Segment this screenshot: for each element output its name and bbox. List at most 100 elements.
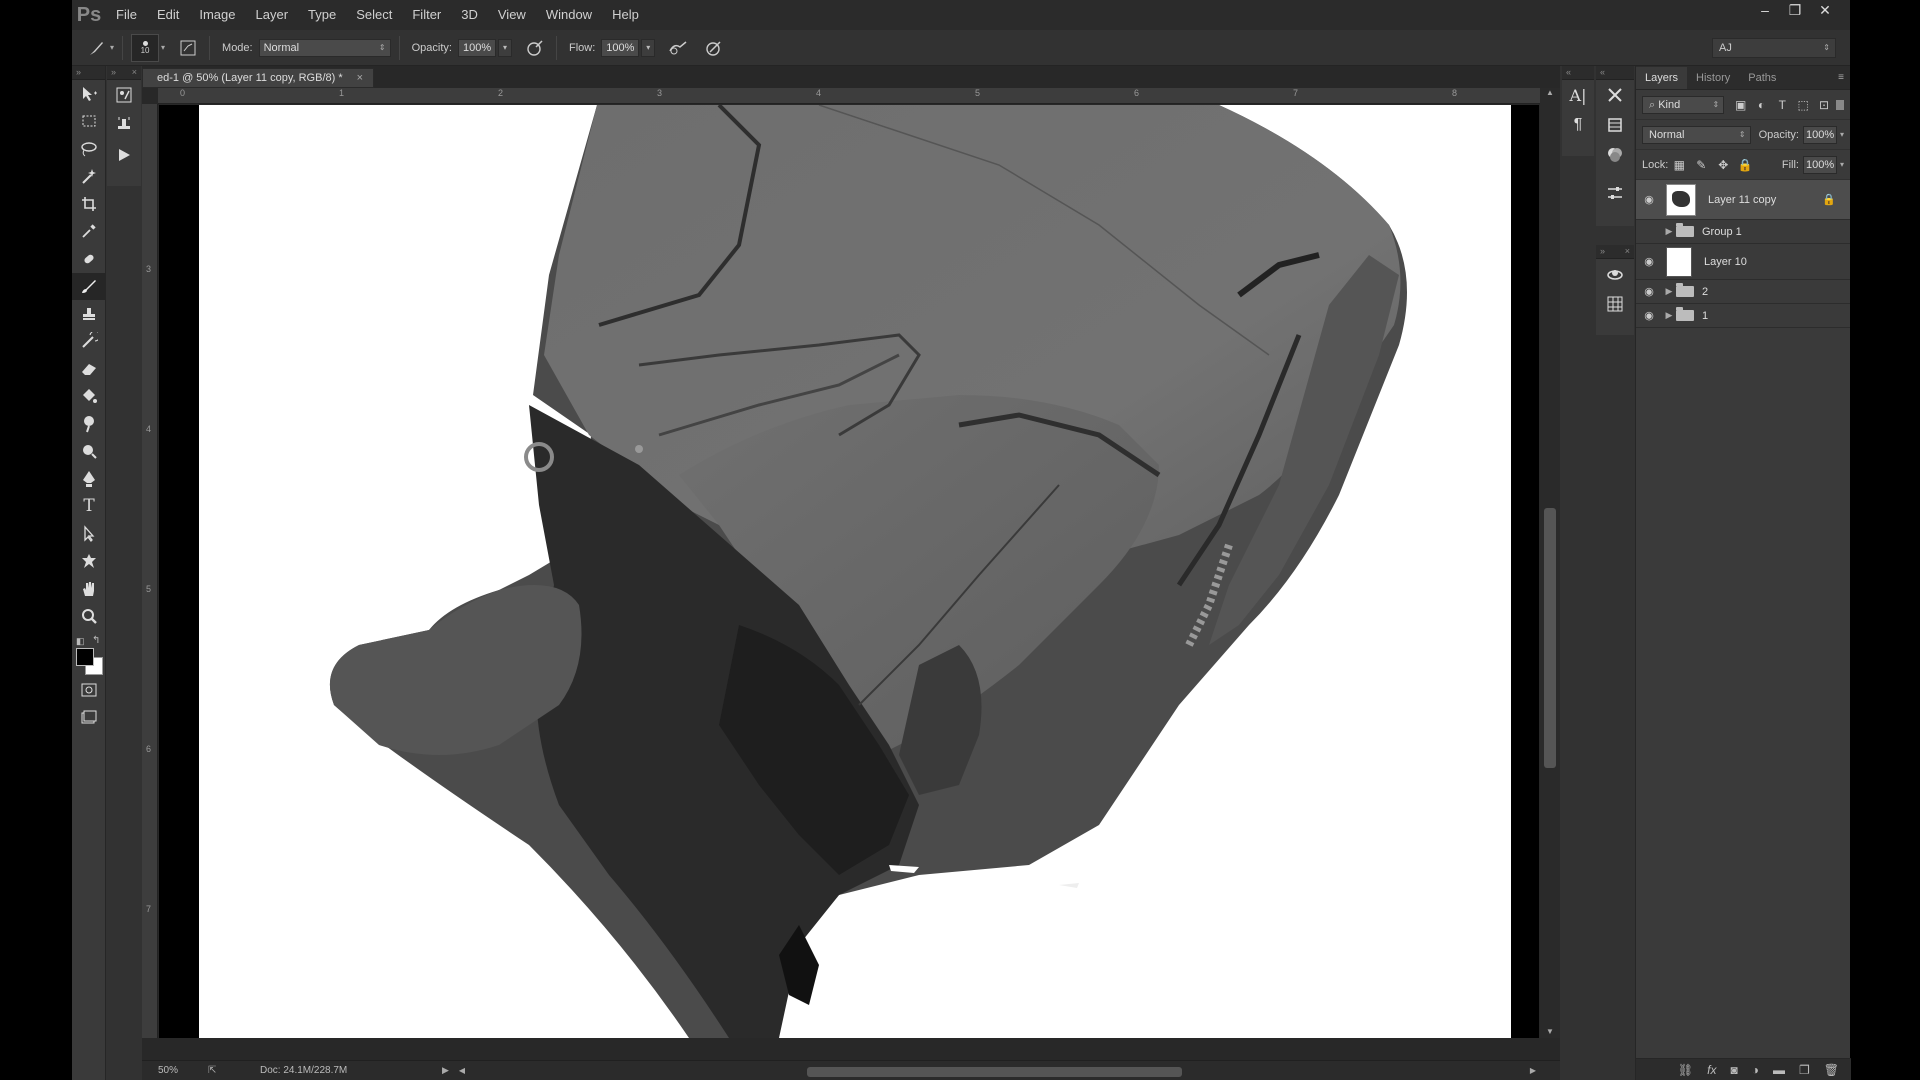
swap-colors-icon[interactable]: ↰ — [92, 635, 100, 646]
crop-tool-icon[interactable] — [72, 190, 106, 218]
3d-panel-icon[interactable] — [1596, 259, 1634, 289]
brush-size-picker[interactable]: 10 — [131, 33, 160, 62]
new-layer-icon[interactable]: ❐ — [1799, 1063, 1810, 1077]
strip2-header[interactable]: « — [1596, 66, 1634, 80]
clone-stamp-tool-icon[interactable] — [72, 300, 106, 328]
vertical-scroll-thumb[interactable] — [1544, 508, 1556, 768]
zoom-canvas-tool-icon[interactable] — [72, 438, 106, 466]
brush-preset-icon[interactable] — [84, 35, 110, 61]
menu-filter[interactable]: Filter — [402, 0, 451, 30]
document-tab-close-icon[interactable]: × — [357, 69, 363, 87]
paint-bucket-tool-icon[interactable] — [72, 383, 106, 411]
filter-pixel-icon[interactable]: ▣ — [1730, 98, 1751, 112]
flow-input[interactable]: 100% — [601, 38, 640, 57]
mask-icon[interactable]: ◙ — [1731, 1063, 1738, 1077]
document-tab[interactable]: ed-1 @ 50% (Layer 11 copy, RGB/8) * × — [142, 68, 375, 88]
brush-panel-toggle-icon[interactable] — [175, 35, 201, 61]
eyedropper-tool-icon[interactable] — [72, 218, 106, 246]
layer-row-group-2[interactable]: ◉ ▶ 2 — [1636, 280, 1850, 304]
trash-icon[interactable]: 🗑 — [1824, 1063, 1839, 1077]
layer-opacity-input[interactable]: 100% — [1802, 125, 1837, 144]
eraser-tool-icon[interactable] — [72, 355, 106, 383]
menu-edit[interactable]: Edit — [147, 0, 189, 30]
tab-history[interactable]: History — [1687, 67, 1739, 89]
link-icon[interactable]: ⛓ — [1678, 1063, 1693, 1077]
tab-layers[interactable]: Layers — [1636, 67, 1688, 89]
blend-mode-select[interactable]: Normal ⇕ — [1642, 125, 1751, 144]
export-icon[interactable]: ⇱ — [208, 1065, 232, 1076]
history-brush-tool-icon[interactable] — [72, 328, 106, 356]
scroll-right-icon[interactable]: ▶ — [1530, 1066, 1536, 1075]
channels-icon[interactable] — [1596, 140, 1634, 170]
mode-select[interactable]: Normal ⇕ — [258, 38, 391, 57]
lock-all-icon[interactable]: 🔒 — [1734, 158, 1756, 172]
character-panel-icon[interactable]: A| — [1562, 80, 1594, 110]
minimize-button[interactable]: – — [1750, 0, 1780, 22]
foreground-color-swatch[interactable] — [76, 648, 94, 666]
menu-help[interactable]: Help — [602, 0, 649, 30]
lock-transparent-icon[interactable]: ▦ — [1668, 158, 1690, 172]
menu-select[interactable]: Select — [346, 0, 402, 30]
panel-menu-icon[interactable]: ≡ — [1838, 67, 1844, 89]
default-colors-icon[interactable]: ◧ — [76, 636, 85, 647]
dodge-tool-icon[interactable] — [72, 410, 106, 438]
magic-wand-tool-icon[interactable] — [72, 163, 106, 191]
horizontal-scroll-thumb[interactable] — [807, 1067, 1182, 1077]
zoom-level[interactable]: 50% — [158, 1065, 208, 1076]
adjustments-sliders-icon[interactable] — [1596, 178, 1634, 208]
brush-presets-icon[interactable] — [107, 80, 141, 110]
workspace-select[interactable]: AJ ⇕ — [1712, 38, 1836, 58]
lasso-tool-icon[interactable] — [72, 135, 106, 163]
pressure-opacity-icon[interactable] — [522, 35, 548, 61]
folder-icon[interactable]: ▬ — [1773, 1063, 1785, 1077]
menu-view[interactable]: View — [488, 0, 536, 30]
hand-tool-icon[interactable] — [72, 575, 106, 603]
fx-icon[interactable]: fx — [1707, 1063, 1716, 1077]
pen-tool-icon[interactable] — [72, 465, 106, 493]
lock-position-icon[interactable]: ✥ — [1712, 158, 1734, 172]
brush-size-arrow-icon[interactable]: ▾ — [161, 43, 165, 52]
scroll-left-icon[interactable]: ◀ — [459, 1066, 465, 1075]
expand-arrow-icon[interactable]: ▶ — [1662, 286, 1676, 297]
custom-shape-tool-icon[interactable] — [72, 548, 106, 576]
canvas-viewport[interactable] — [159, 105, 1539, 1038]
visibility-eye-icon[interactable]: ◉ — [1636, 193, 1662, 206]
opacity-input[interactable]: 100% — [457, 38, 496, 57]
menu-file[interactable]: File — [106, 0, 147, 30]
menu-layer[interactable]: Layer — [246, 0, 299, 30]
pressure-size-icon[interactable] — [701, 35, 727, 61]
move-tool-icon[interactable] — [72, 80, 106, 108]
fill-input[interactable]: 100% — [1802, 155, 1837, 174]
filter-adjustment-icon[interactable]: ◐ — [1751, 98, 1772, 112]
scroll-down-icon[interactable]: ▼ — [1540, 1027, 1560, 1036]
menu-type[interactable]: Type — [298, 0, 346, 30]
visibility-eye-icon[interactable]: ◉ — [1636, 309, 1662, 322]
menu-window[interactable]: Window — [536, 0, 602, 30]
layer-row-layer-10[interactable]: ◉ Layer 10 — [1636, 244, 1850, 280]
healing-brush-tool-icon[interactable] — [72, 245, 106, 273]
layer-comps-icon[interactable] — [1596, 110, 1634, 140]
paragraph-panel-icon[interactable]: ¶ — [1562, 110, 1594, 140]
screen-mode-icon[interactable] — [72, 704, 106, 732]
expand-arrow-icon[interactable]: ▶ — [1662, 310, 1676, 321]
filter-shape-icon[interactable]: ⬚ — [1793, 98, 1814, 112]
tool-presets-icon[interactable] — [1596, 80, 1634, 110]
type-tool-icon[interactable]: T — [72, 493, 106, 521]
brush-tool-icon[interactable] — [72, 272, 106, 300]
ruler-horizontal[interactable]: 0 1 2 3 4 5 6 7 8 — [158, 88, 1540, 104]
adjustment-icon[interactable]: ◑ — [1752, 1063, 1759, 1077]
scroll-up-icon[interactable]: ▲ — [1540, 88, 1560, 97]
layer-row-group-1[interactable]: ◉ ▶ Group 1 — [1636, 220, 1850, 244]
visibility-eye-icon[interactable]: ◉ — [1636, 225, 1662, 238]
document-canvas[interactable] — [199, 105, 1511, 1038]
filter-smart-object-icon[interactable]: ⊡ — [1814, 98, 1835, 112]
tools-panel-header[interactable]: » — [72, 66, 105, 80]
menu-image[interactable]: Image — [189, 0, 245, 30]
actions-play-icon[interactable] — [107, 140, 141, 170]
filter-kind-select[interactable]: ⌕ Kind ⇕ — [1642, 95, 1725, 114]
brush-preset-arrow-icon[interactable]: ▾ — [110, 43, 114, 52]
layer-opacity-arrow-icon[interactable]: ▾ — [1840, 130, 1844, 139]
zoom-tool-icon[interactable] — [72, 603, 106, 631]
quick-mask-icon[interactable] — [72, 676, 106, 704]
vertical-scrollbar[interactable]: ▲ ▼ — [1540, 88, 1560, 1038]
